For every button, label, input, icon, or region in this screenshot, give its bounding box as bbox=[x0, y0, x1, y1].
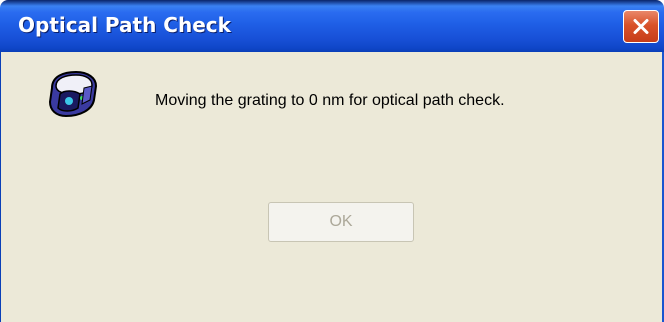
spectrometer-device-icon bbox=[48, 70, 98, 118]
close-icon bbox=[633, 19, 649, 34]
close-button[interactable] bbox=[623, 10, 659, 43]
dialog-window: Optical Path Check Moving the grating to… bbox=[0, 0, 664, 322]
dialog-message: Moving the grating to 0 nm for optical p… bbox=[155, 92, 505, 109]
ok-button[interactable]: OK bbox=[268, 202, 414, 242]
window-title: Optical Path Check bbox=[18, 13, 231, 37]
title-bar[interactable]: Optical Path Check bbox=[0, 0, 664, 52]
